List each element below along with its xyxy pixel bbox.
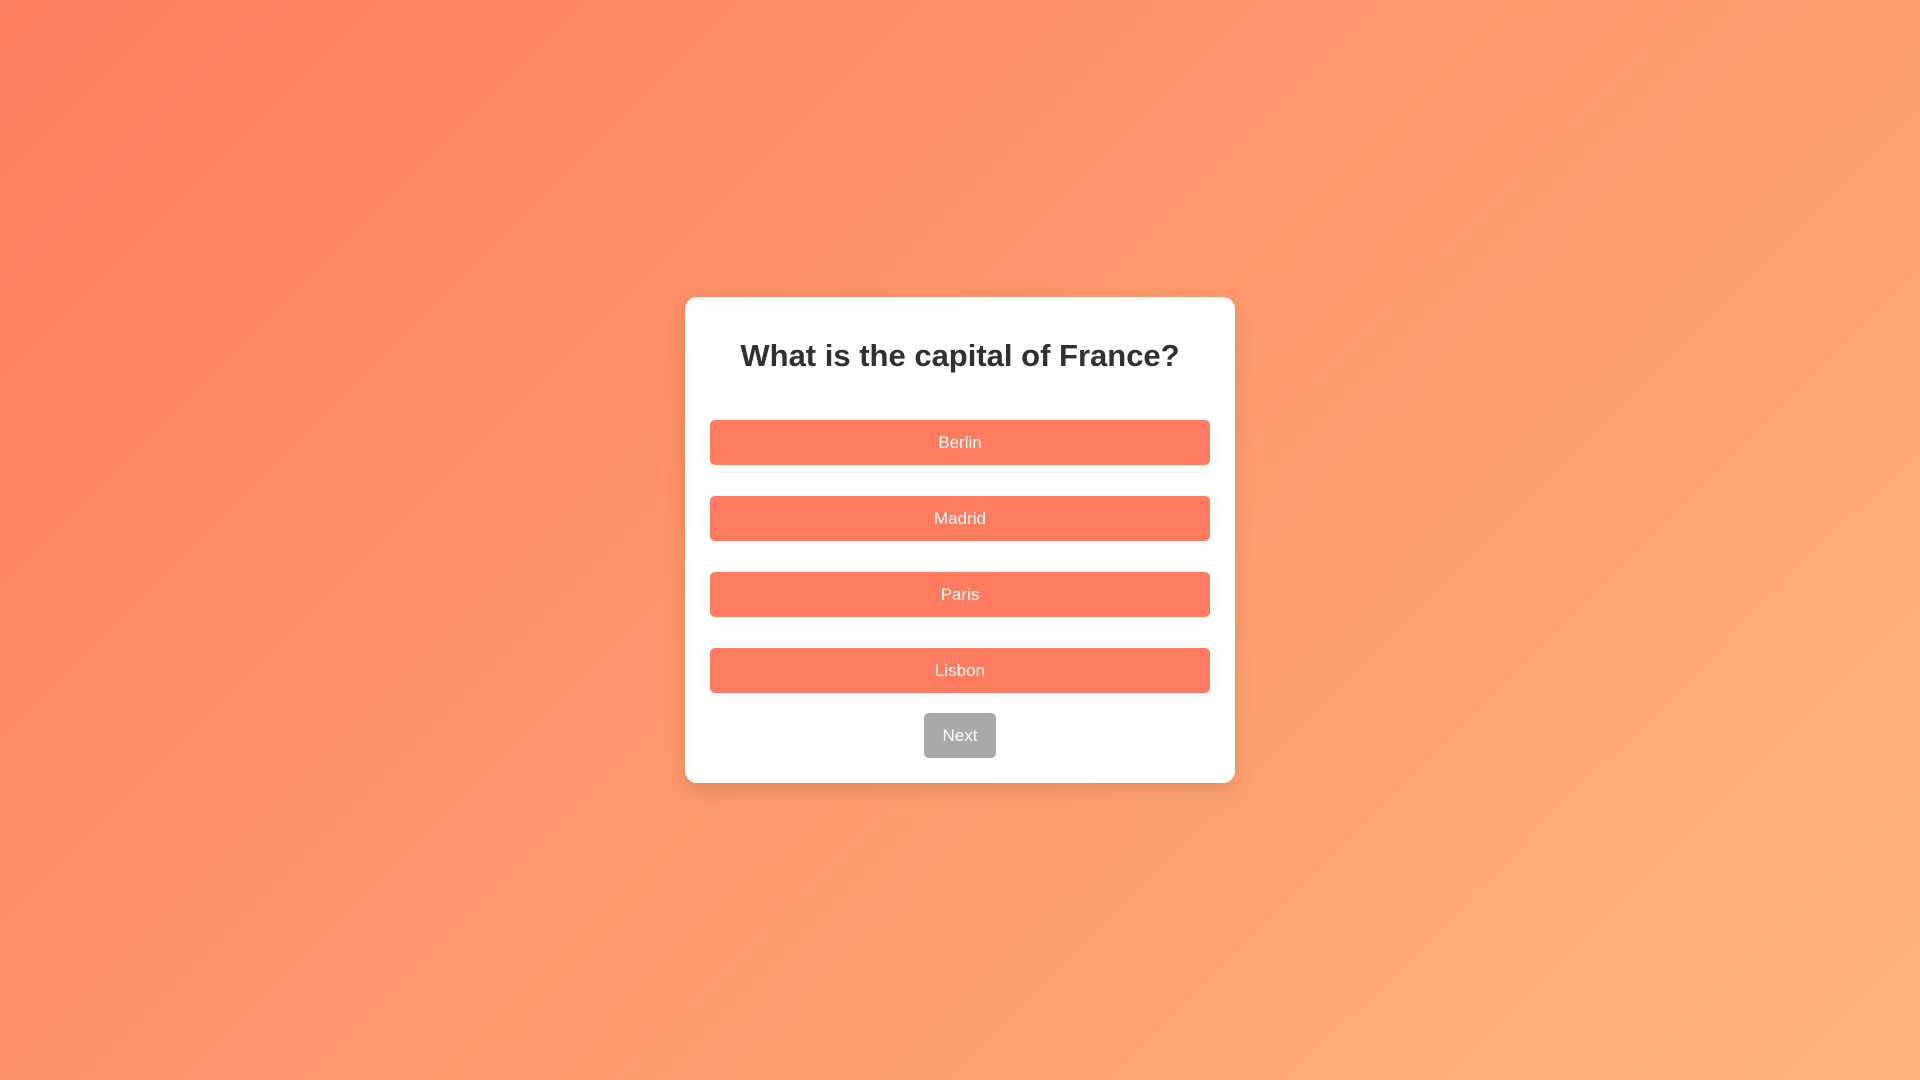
next-button[interactable]: Next (924, 713, 996, 758)
answer-options: Berlin Madrid Paris Lisbon (710, 420, 1210, 693)
option-button-paris[interactable]: Paris (710, 572, 1210, 617)
option-button-berlin[interactable]: Berlin (710, 420, 1210, 465)
page-background: { "quiz": { "question": "What is the cap… (0, 0, 1920, 1080)
option-button-madrid[interactable]: Madrid (710, 496, 1210, 541)
quiz-card: What is the capital of France? Berlin Ma… (685, 297, 1235, 783)
option-button-lisbon[interactable]: Lisbon (710, 648, 1210, 693)
question-text: What is the capital of France? (740, 338, 1180, 373)
